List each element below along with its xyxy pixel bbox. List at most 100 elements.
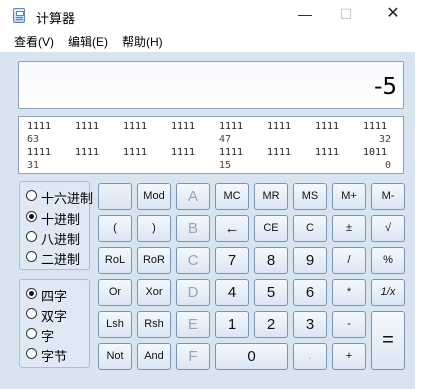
bit-position: 47 — [219, 134, 232, 145]
square-root-button[interactable]: √ — [371, 215, 405, 242]
radio-circle[interactable] — [26, 231, 37, 242]
radio-label: 字节 — [41, 349, 68, 364]
hex-c-button[interactable]: C — [176, 247, 210, 274]
bit-group: 1111 — [123, 147, 148, 158]
blank-button[interactable] — [98, 183, 132, 210]
radio-label: 字 — [41, 329, 55, 344]
bit-group: 1111 — [267, 147, 292, 158]
mod-button[interactable]: Mod — [137, 183, 171, 210]
bit-position: 32 — [379, 134, 392, 145]
open-paren-button[interactable]: ( — [98, 215, 132, 242]
bit-display: 1111 1111 1111 1111 1111 1111 1111 1111 … — [18, 116, 404, 174]
bit-group: 1111 — [363, 121, 388, 132]
bit-position: 63 — [27, 134, 40, 145]
radio-label: 双字 — [41, 309, 68, 324]
add-button[interactable]: + — [332, 343, 366, 370]
radio-circle[interactable] — [26, 288, 37, 299]
decimal-button[interactable]: . — [293, 343, 327, 370]
memory-store-button[interactable]: MS — [293, 183, 327, 210]
digit-1-button[interactable]: 1 — [215, 311, 249, 338]
divide-button[interactable]: / — [332, 247, 366, 274]
bit-group: 1111 — [315, 147, 340, 158]
hex-f-button[interactable]: F — [176, 343, 210, 370]
bit-position: 15 — [219, 160, 232, 171]
radio-label: 八进制 — [41, 232, 81, 247]
digit-4-button[interactable]: 4 — [215, 279, 249, 306]
bit-position: 0 — [385, 160, 392, 171]
calculator-app-icon — [13, 8, 25, 23]
bit-position: 31 — [27, 160, 40, 171]
subtract-button[interactable]: - — [332, 311, 366, 338]
radio-circle[interactable] — [26, 328, 37, 339]
memory-subtract-button[interactable]: M- — [371, 183, 405, 210]
memory-recall-button[interactable]: MR — [254, 183, 288, 210]
radio-circle[interactable] — [26, 211, 37, 222]
display-value: -5 — [374, 74, 397, 100]
bit-group: 1111 — [219, 147, 244, 158]
hex-b-button[interactable]: B — [176, 215, 210, 242]
bit-group: 1111 — [219, 121, 244, 132]
bit-group: 1111 — [75, 121, 100, 132]
radio-circle[interactable] — [26, 190, 37, 201]
digit-7-button[interactable]: 7 — [215, 247, 249, 274]
word-size-radio-group: 四字 双字 字 字节 — [19, 279, 90, 368]
bit-group: 1111 — [27, 121, 52, 132]
radio-circle[interactable] — [26, 308, 37, 319]
bit-group: 1111 — [123, 121, 148, 132]
hex-e-button[interactable]: E — [176, 311, 210, 338]
digit-2-button[interactable]: 2 — [254, 311, 288, 338]
radio-label: 四字 — [41, 289, 68, 304]
digit-6-button[interactable]: 6 — [293, 279, 327, 306]
base-radio-group: 十六进制 十进制 八进制 二进制 — [19, 181, 94, 270]
clear-entry-button[interactable]: CE — [254, 215, 288, 242]
menu-view[interactable]: 查看(V) — [14, 33, 54, 50]
digit-0-button[interactable]: 0 — [215, 343, 288, 370]
equals-button[interactable]: = — [371, 311, 405, 370]
reciprocal-button[interactable]: 1/x — [371, 279, 405, 306]
and-button[interactable]: And — [137, 343, 171, 370]
bit-group: 1111 — [267, 121, 292, 132]
memory-clear-button[interactable]: MC — [215, 183, 249, 210]
window-title: 计算器 — [36, 11, 76, 26]
menu-edit[interactable]: 编辑(E) — [68, 33, 108, 50]
backspace-button[interactable]: ← — [215, 215, 249, 242]
window-edge — [415, 0, 423, 389]
digit-3-button[interactable]: 3 — [293, 311, 327, 338]
hex-a-button[interactable]: A — [176, 183, 210, 210]
bit-group: 1011 — [363, 147, 388, 158]
digit-8-button[interactable]: 8 — [254, 247, 288, 274]
right-shift-button[interactable]: Rsh — [137, 311, 171, 338]
clear-button[interactable]: C — [293, 215, 327, 242]
percent-button[interactable]: % — [371, 247, 405, 274]
radio-circle[interactable] — [26, 251, 37, 262]
title-bar: 计算器 — ☐ ✕ — [0, 0, 423, 30]
rotate-left-button[interactable]: RoL — [98, 247, 132, 274]
radio-label: 十六进制 — [41, 191, 94, 206]
memory-add-button[interactable]: M+ — [332, 183, 366, 210]
bit-group: 1111 — [75, 147, 100, 158]
maximize-button[interactable]: ☐ — [323, 0, 369, 30]
close-paren-button[interactable]: ) — [137, 215, 171, 242]
left-shift-button[interactable]: Lsh — [98, 311, 132, 338]
radio-circle[interactable] — [26, 348, 37, 359]
not-button[interactable]: Not — [98, 343, 132, 370]
minimize-button[interactable]: — — [282, 0, 328, 30]
bit-group: 1111 — [171, 121, 196, 132]
digit-9-button[interactable]: 9 — [293, 247, 327, 274]
close-button[interactable]: ✕ — [370, 0, 416, 30]
hex-d-button[interactable]: D — [176, 279, 210, 306]
menu-help[interactable]: 帮助(H) — [122, 33, 163, 50]
bit-group: 1111 — [315, 121, 340, 132]
digit-5-button[interactable]: 5 — [254, 279, 288, 306]
radio-label: 十进制 — [41, 212, 81, 227]
bit-group: 1111 — [171, 147, 196, 158]
xor-button[interactable]: Xor — [137, 279, 171, 306]
radio-label: 二进制 — [41, 252, 81, 267]
or-button[interactable]: Or — [98, 279, 132, 306]
multiply-button[interactable]: * — [332, 279, 366, 306]
menu-bar: 查看(V) 编辑(E) 帮助(H) — [0, 30, 423, 52]
rotate-right-button[interactable]: RoR — [137, 247, 171, 274]
display: -5 — [18, 61, 404, 109]
bit-group: 1111 — [27, 147, 52, 158]
negate-button[interactable]: ± — [332, 215, 366, 242]
